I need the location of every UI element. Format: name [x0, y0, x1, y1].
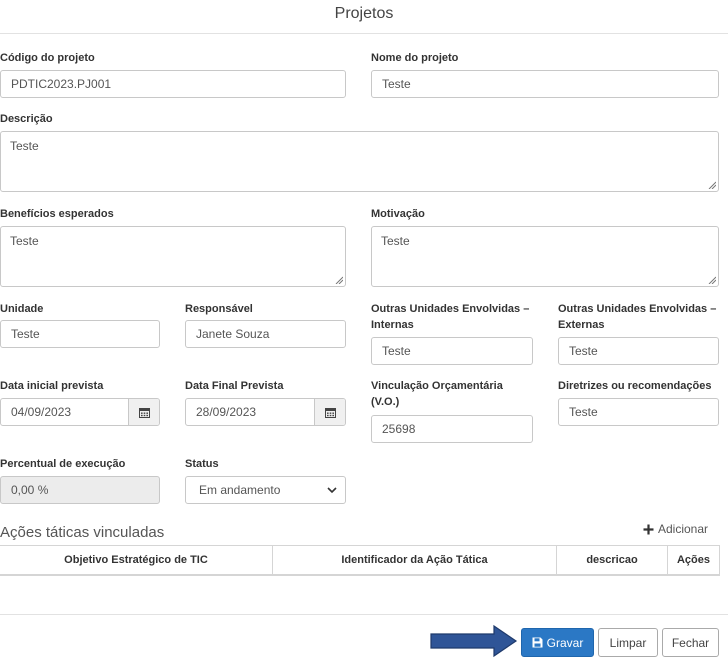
descricao-value: Teste [10, 139, 39, 153]
data-inicial-label: Data inicial prevista [0, 380, 104, 392]
acoes-title: Ações táticas vinculadas [0, 524, 165, 541]
outras-externas-input[interactable]: Teste [558, 337, 719, 365]
resize-grip-icon[interactable] [708, 181, 716, 189]
vinculacao-label-2: (V.O.) [371, 396, 400, 408]
outras-internas-label-1: Outras Unidades Envolvidas – [371, 303, 530, 315]
footer-divider [0, 614, 728, 615]
outras-externas-label-2: Externas [558, 319, 605, 331]
arrow-pointer-icon [430, 624, 518, 658]
unidade-input[interactable]: Teste [0, 320, 160, 348]
motivacao-label: Motivação [371, 208, 425, 220]
column-header: Ações [668, 546, 720, 574]
data-inicial-value: 04/09/2023 [11, 405, 72, 419]
chevron-down-icon [327, 487, 337, 494]
status-label: Status [185, 458, 219, 470]
outras-internas-label-2: Internas [371, 319, 414, 331]
status-value: Em andamento [199, 483, 281, 497]
column-header[interactable]: Identificador da Ação Tática [273, 546, 557, 574]
calendar-button[interactable] [314, 399, 345, 425]
beneficios-value: Teste [10, 234, 39, 248]
vinculacao-label-1: Vinculação Orçamentária [371, 380, 503, 392]
percentual-label: Percentual de execução [0, 458, 126, 470]
status-select[interactable]: Em andamento [185, 476, 346, 504]
diretrizes-input[interactable]: Teste [558, 398, 719, 426]
acoes-table: Objetivo Estratégico de TIC Identificado… [0, 545, 720, 576]
calendar-icon [138, 407, 150, 418]
nome-input[interactable]: Teste [371, 70, 719, 98]
motivacao-textarea[interactable]: Teste [371, 226, 719, 287]
descricao-textarea[interactable]: Teste [0, 131, 719, 192]
data-inicial-input[interactable]: 04/09/2023 [0, 398, 160, 426]
resize-grip-icon[interactable] [335, 276, 343, 284]
fechar-button[interactable]: Fechar [662, 628, 719, 657]
plus-icon [643, 524, 654, 534]
resize-grip-icon[interactable] [708, 276, 716, 284]
responsavel-label: Responsável [185, 303, 253, 315]
responsavel-input[interactable]: Janete Souza [185, 320, 346, 348]
codigo-label: Código do projeto [0, 52, 95, 64]
vinculacao-input[interactable]: 25698 [371, 415, 533, 443]
calendar-button[interactable] [128, 399, 159, 425]
diretrizes-label: Diretrizes ou recomendações [558, 380, 712, 392]
column-header[interactable]: descricao [557, 546, 668, 574]
data-final-label: Data Final Prevista [185, 380, 284, 392]
calendar-icon [324, 407, 336, 418]
column-header[interactable]: Objetivo Estratégico de TIC [0, 546, 273, 574]
descricao-label: Descrição [0, 113, 53, 125]
gravar-label: Gravar [546, 635, 584, 650]
beneficios-label: Benefícios esperados [0, 208, 114, 220]
unidade-label: Unidade [0, 303, 44, 315]
motivacao-value: Teste [381, 234, 410, 248]
data-final-value: 28/09/2023 [196, 405, 257, 419]
page-title: Projetos [0, 0, 728, 34]
add-acao-label: Adicionar [658, 522, 709, 536]
outras-externas-label-1: Outras Unidades Envolvidas – [558, 303, 717, 315]
outras-internas-input[interactable]: Teste [371, 337, 533, 365]
save-icon [532, 637, 543, 648]
nome-label: Nome do projeto [371, 52, 459, 64]
gravar-button[interactable]: Gravar [521, 628, 594, 657]
limpar-button[interactable]: Limpar [598, 628, 658, 657]
percentual-input: 0,00 % [0, 476, 160, 504]
beneficios-textarea[interactable]: Teste [0, 226, 346, 287]
add-acao-button[interactable]: Adicionar [643, 522, 708, 536]
codigo-input[interactable]: PDTIC2023.PJ001 [0, 70, 346, 98]
data-final-input[interactable]: 28/09/2023 [185, 398, 346, 426]
